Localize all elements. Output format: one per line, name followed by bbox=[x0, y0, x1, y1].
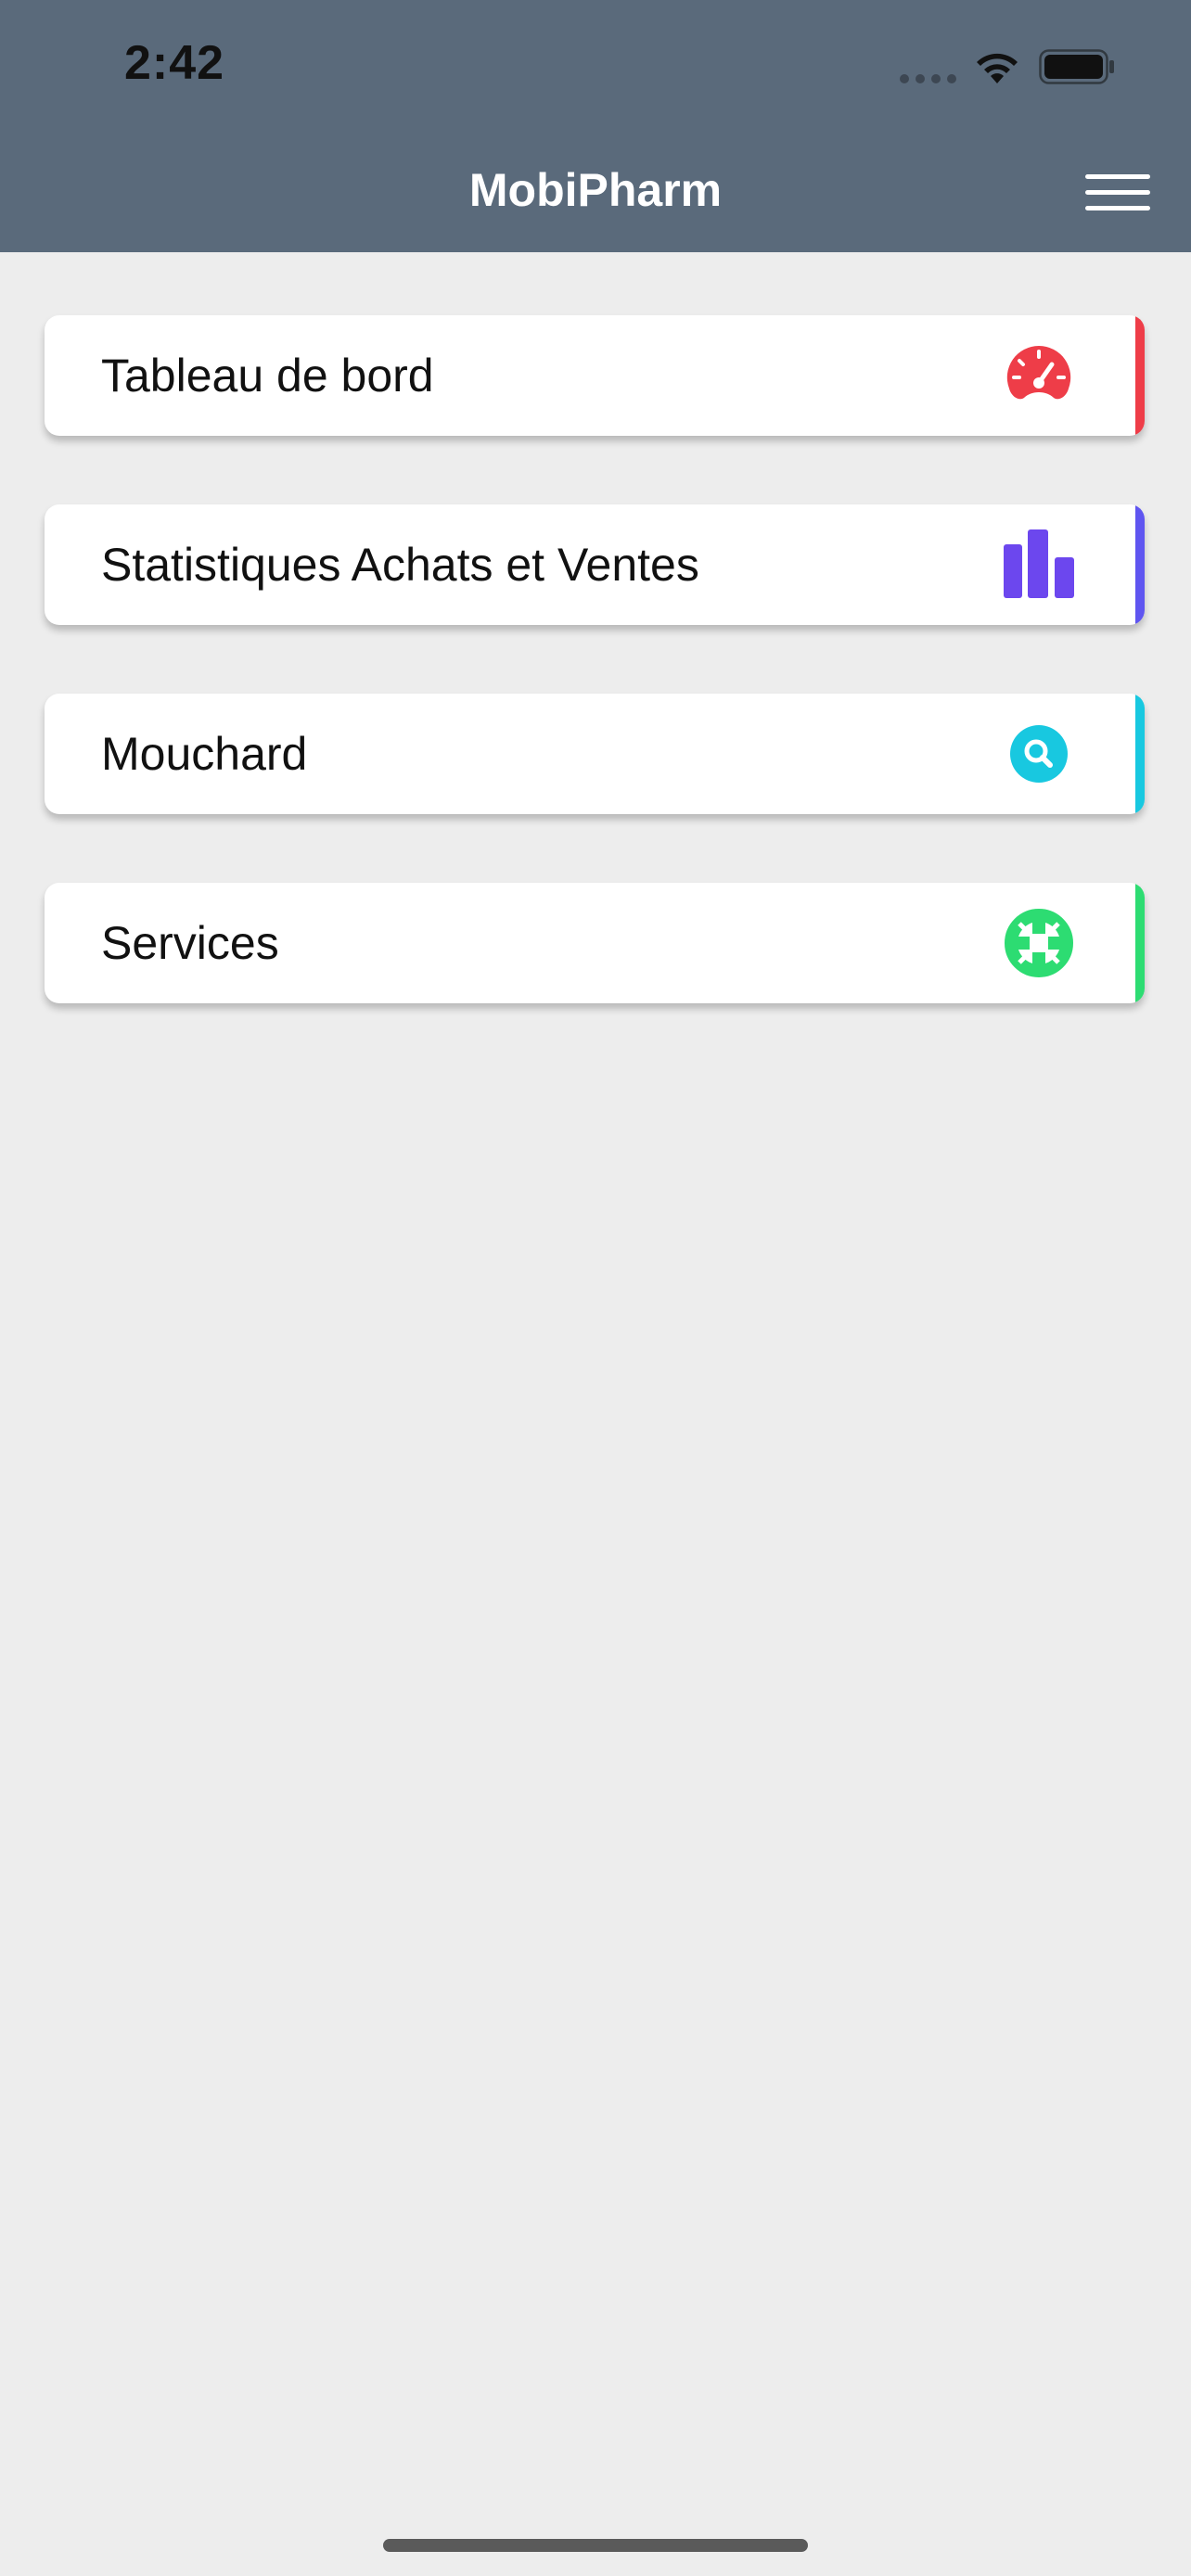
status-bar-time: 2:42 bbox=[124, 36, 225, 90]
menu-item-label: Services bbox=[101, 917, 279, 969]
menu-item-services[interactable]: Services bbox=[45, 883, 1145, 1003]
speedometer-icon bbox=[1006, 345, 1071, 400]
bar-chart-icon bbox=[1004, 529, 1074, 598]
accent-bar bbox=[1135, 883, 1145, 1003]
battery-icon bbox=[1039, 49, 1114, 84]
search-icon bbox=[1010, 725, 1068, 783]
home-indicator[interactable] bbox=[383, 2539, 808, 2552]
app-header: 2:42 MobiPharm bbox=[0, 0, 1191, 252]
lifebuoy-icon bbox=[1005, 909, 1073, 977]
menu-item-label: Statistiques Achats et Ventes bbox=[101, 539, 699, 591]
app-title: MobiPharm bbox=[468, 164, 723, 216]
accent-bar bbox=[1135, 315, 1145, 436]
menu-item-mouchard[interactable]: Mouchard bbox=[45, 694, 1145, 814]
menu-item-tableau-de-bord[interactable]: Tableau de bord bbox=[45, 315, 1145, 436]
menu-item-statistiques[interactable]: Statistiques Achats et Ventes bbox=[45, 504, 1145, 625]
accent-bar bbox=[1135, 694, 1145, 814]
accent-bar bbox=[1135, 504, 1145, 625]
wifi-icon bbox=[977, 53, 1018, 83]
menu-item-label: Mouchard bbox=[101, 728, 308, 780]
hamburger-menu-icon[interactable] bbox=[1085, 172, 1152, 213]
cellular-signal-icon bbox=[900, 74, 956, 83]
menu-item-label: Tableau de bord bbox=[101, 350, 434, 402]
